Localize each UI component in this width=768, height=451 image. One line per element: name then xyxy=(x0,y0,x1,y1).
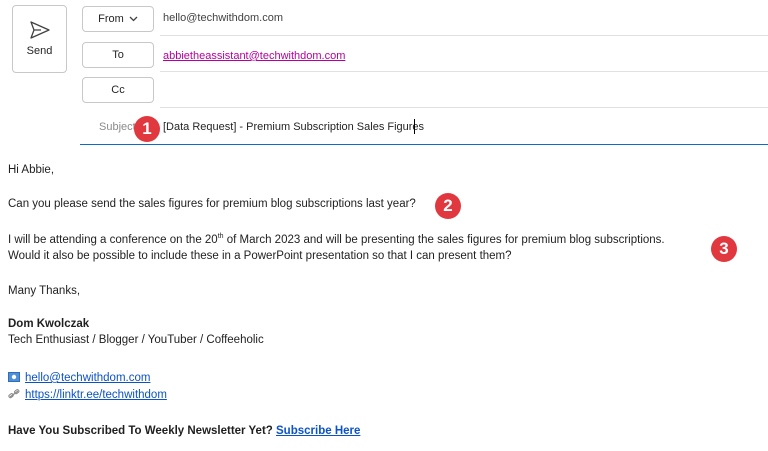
newsletter-text: Have You Subscribed To Weekly Newsletter… xyxy=(8,425,273,437)
to-recipient[interactable]: abbietheassistant@techwithdom.com xyxy=(163,50,345,62)
from-divider xyxy=(160,35,768,36)
subject-input[interactable]: [Data Request] - Premium Subscription Sa… xyxy=(163,121,424,133)
signature-name: Dom Kwolczak xyxy=(8,318,90,330)
cc-field[interactable] xyxy=(160,107,768,108)
body-line-2: I will be attending a conference on the … xyxy=(8,233,665,246)
subscribe-link[interactable]: Subscribe Here xyxy=(276,425,360,437)
link-icon xyxy=(8,389,20,399)
annotation-badge-1: 1 xyxy=(134,116,160,142)
signature-email-row: hello@techwithdom.com xyxy=(8,372,150,384)
text-cursor xyxy=(414,119,415,134)
closing: Many Thanks, xyxy=(8,285,81,297)
cc-label: Cc xyxy=(111,84,125,96)
signature-link-row: https://linktr.ee/techwithdom xyxy=(8,389,167,401)
newsletter-row: Have You Subscribed To Weekly Newsletter… xyxy=(8,425,360,437)
subject-label: Subject xyxy=(99,121,136,133)
from-label: From xyxy=(98,13,124,25)
to-button[interactable]: To xyxy=(82,42,154,68)
send-icon xyxy=(29,21,50,39)
annotation-badge-3: 3 xyxy=(711,236,737,262)
to-divider xyxy=(160,71,768,72)
signature-title: Tech Enthusiast / Blogger / YouTuber / C… xyxy=(8,334,264,346)
send-button[interactable]: Send xyxy=(12,5,67,73)
subject-underline xyxy=(80,144,768,145)
body-line-3: Would it also be possible to include the… xyxy=(8,250,512,262)
linktree-link[interactable]: https://linktr.ee/techwithdom xyxy=(25,389,167,401)
chevron-down-icon xyxy=(129,16,138,22)
to-label: To xyxy=(112,49,124,61)
from-value: hello@techwithdom.com xyxy=(163,12,283,24)
email-icon xyxy=(8,372,20,382)
from-button[interactable]: From xyxy=(82,6,154,32)
send-label: Send xyxy=(26,45,53,57)
annotation-badge-2: 2 xyxy=(435,193,461,219)
greeting: Hi Abbie, xyxy=(8,164,55,176)
body-line-1: Can you please send the sales figures fo… xyxy=(8,198,416,210)
cc-button[interactable]: Cc xyxy=(82,77,154,103)
email-link[interactable]: hello@techwithdom.com xyxy=(25,372,150,384)
